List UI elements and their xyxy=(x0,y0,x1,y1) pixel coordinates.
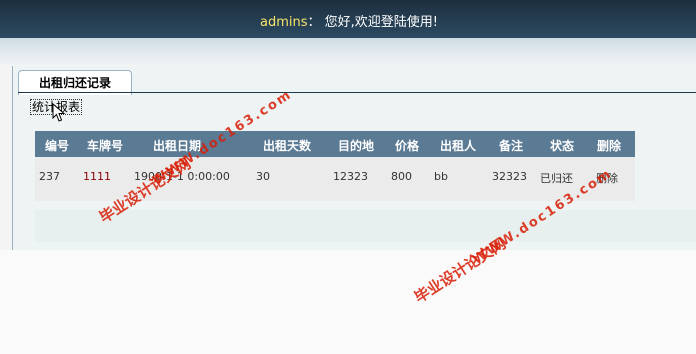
table-footer-area xyxy=(35,210,696,242)
cell-renter: bb xyxy=(434,170,448,183)
cell-note: 32323 xyxy=(492,170,527,183)
greeting-text: ： 您好,欢迎登陆使用! xyxy=(307,15,438,30)
cell-id: 237 xyxy=(39,170,60,183)
toolbar-strip xyxy=(0,38,696,56)
col-plate: 车牌号 xyxy=(87,139,124,153)
col-renter: 出租人 xyxy=(440,139,477,153)
cell-status: 已归还 xyxy=(540,172,573,185)
toolbar-strip-lower xyxy=(0,56,696,66)
page-bottom xyxy=(0,250,696,354)
cell-price: 800 xyxy=(391,170,412,183)
col-days: 出租天数 xyxy=(263,139,312,153)
col-status: 状态 xyxy=(550,139,575,153)
col-delete: 删除 xyxy=(597,139,622,153)
col-dest: 目的地 xyxy=(338,139,375,153)
tab-divider xyxy=(18,92,696,93)
cell-dest: 12323 xyxy=(333,170,368,183)
cell-plate: 1111 xyxy=(83,170,111,183)
col-note: 备注 xyxy=(499,139,524,153)
col-price: 价格 xyxy=(395,139,420,153)
top-bar: admins： 您好,欢迎登陆使用! xyxy=(0,0,696,38)
col-id: 编号 xyxy=(45,139,70,153)
table-header: 编号 车牌号 出租日期 出租天数 目的地 价格 出租人 备注 状态 删除 xyxy=(35,131,635,157)
mouse-cursor-icon xyxy=(52,103,66,122)
welcome-message: admins： 您好,欢迎登陆使用! xyxy=(260,11,438,30)
cell-days: 30 xyxy=(256,170,270,183)
username: admins xyxy=(260,15,308,30)
